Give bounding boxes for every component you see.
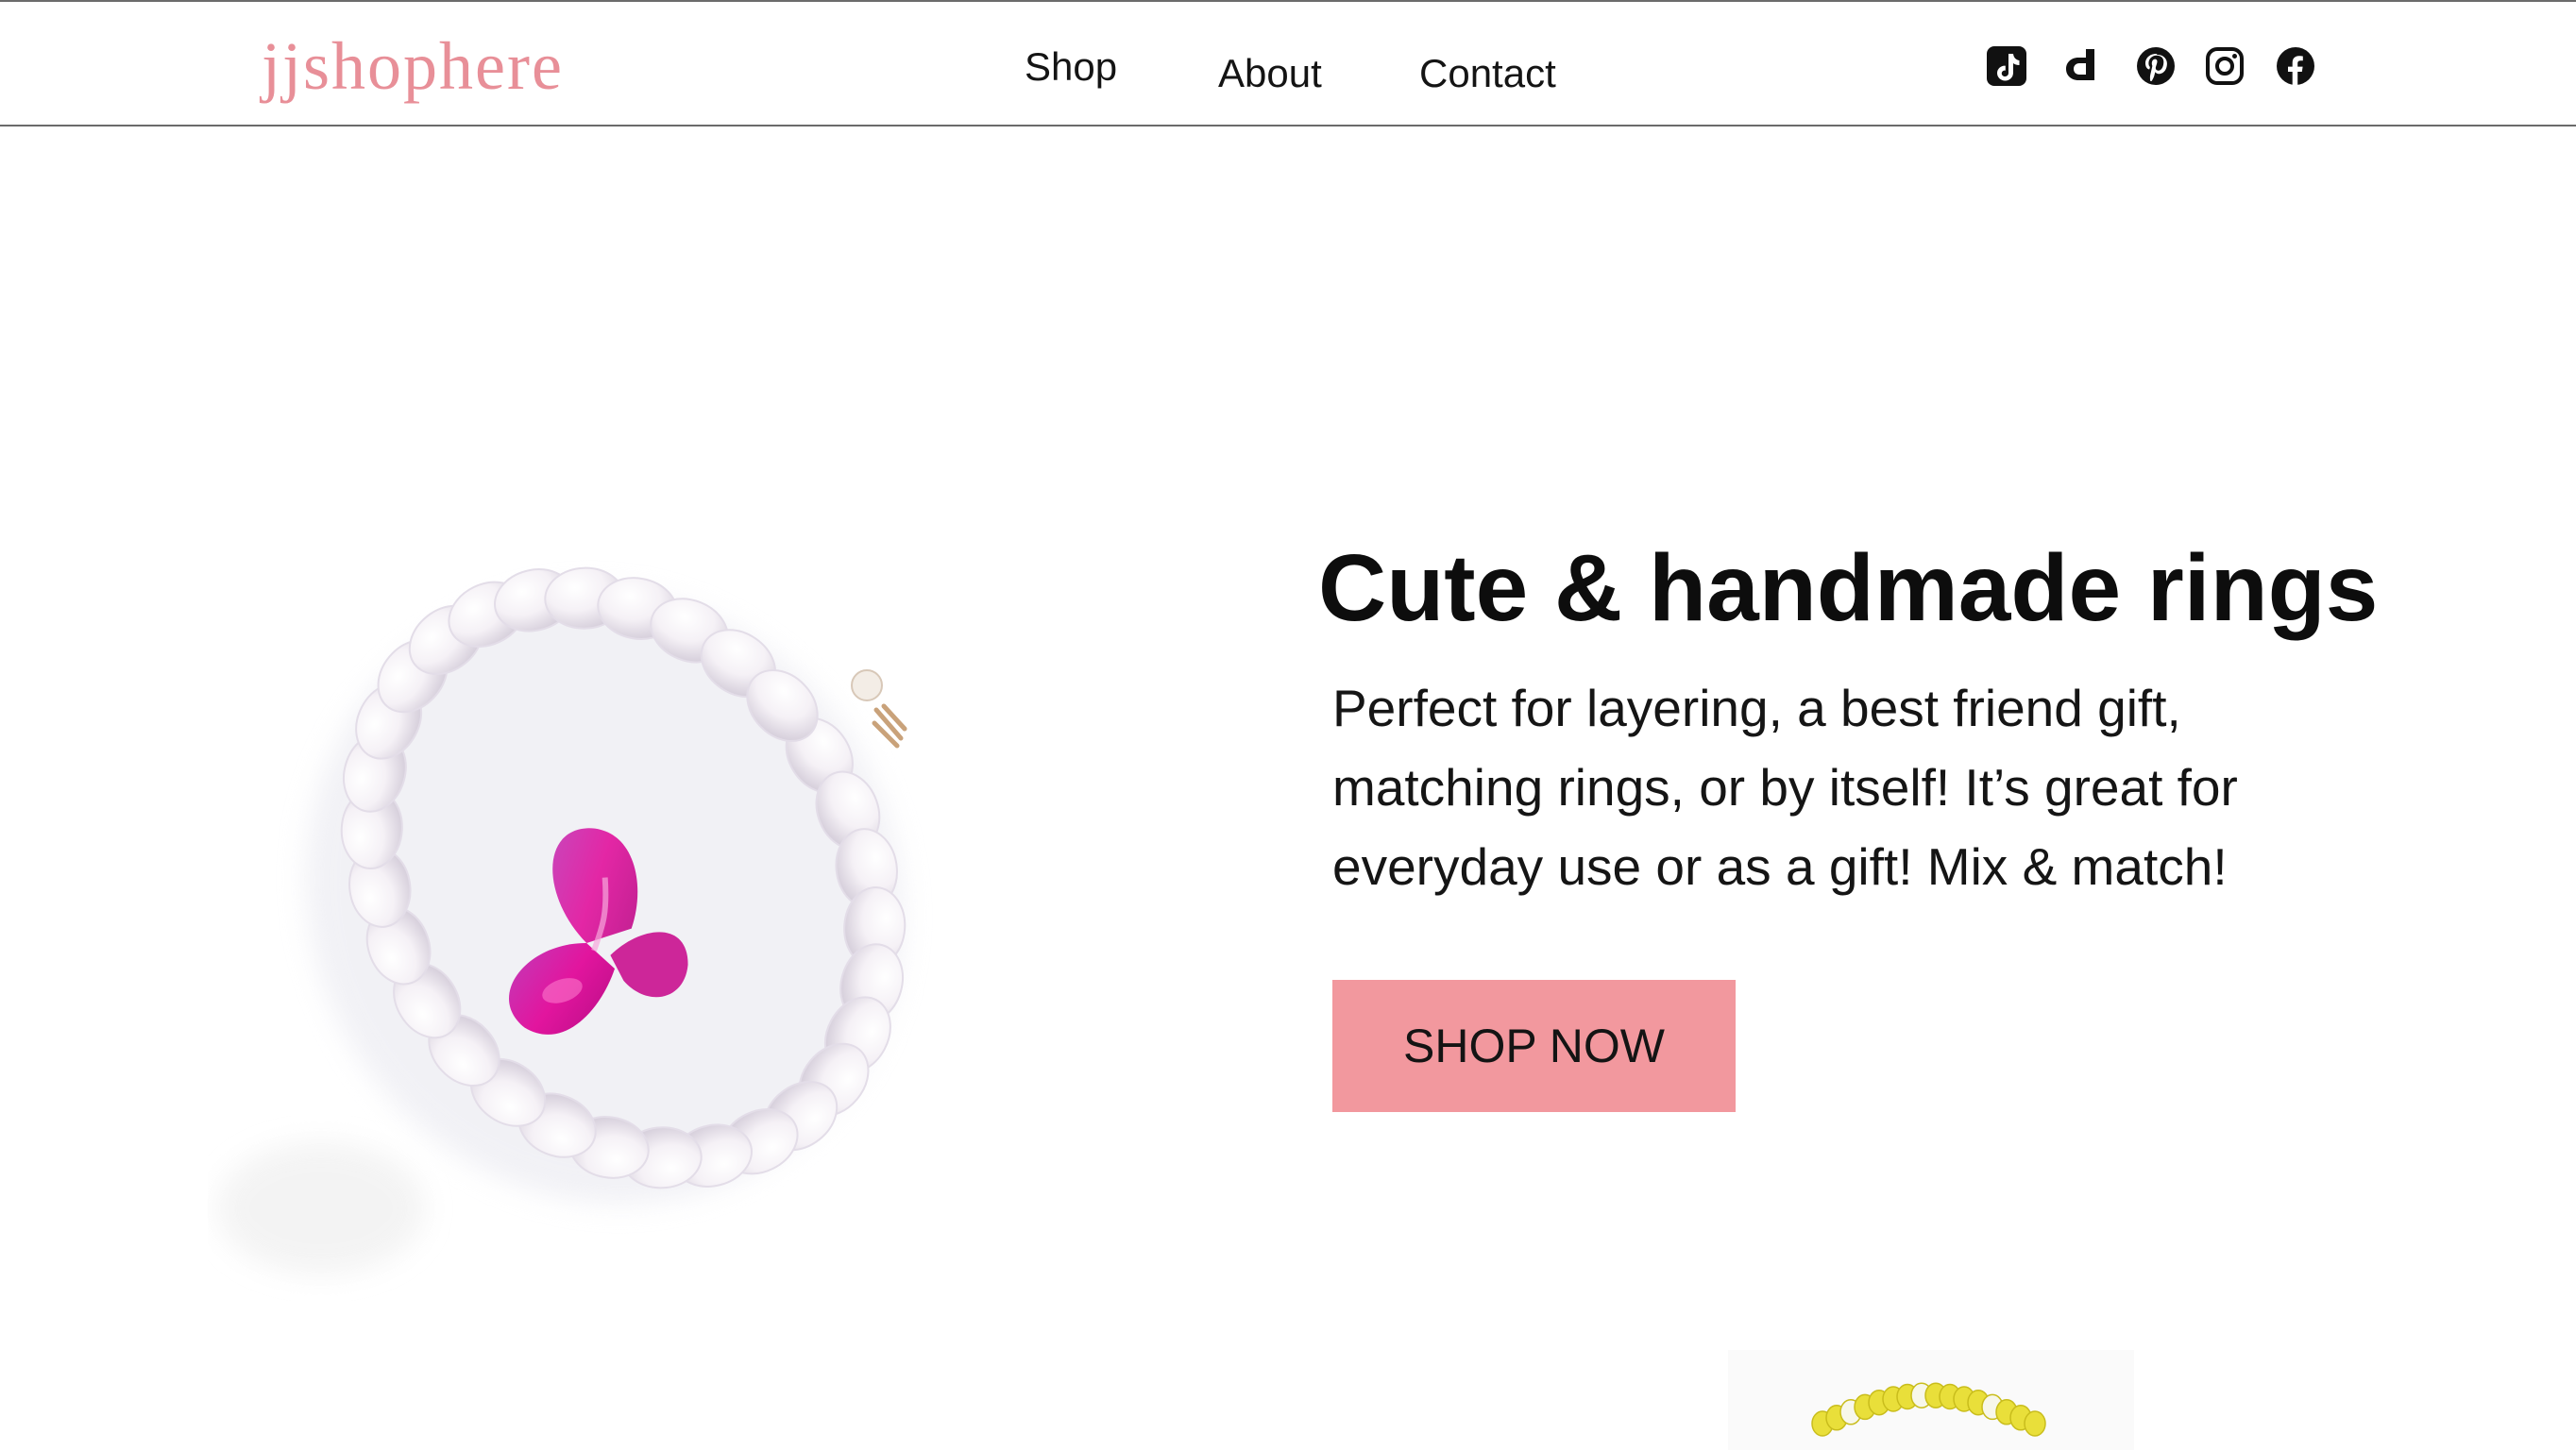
- yellow-ring-image: [1728, 1350, 2134, 1450]
- site-logo[interactable]: jjshophere: [262, 19, 564, 113]
- yellow-bead-ring-image: [1728, 1350, 2134, 1450]
- nav-contact[interactable]: Contact: [1419, 50, 1556, 97]
- site-header: jjshophere Shop About Contact: [0, 0, 2576, 126]
- hero-title: Cute & handmade rings: [1318, 535, 2379, 641]
- facebook-icon[interactable]: [2275, 45, 2316, 87]
- instagram-icon[interactable]: [2204, 45, 2246, 87]
- yellow-bead: [2024, 1410, 2046, 1437]
- hero-description: Perfect for layering, a best friend gift…: [1332, 679, 2238, 896]
- depop-icon[interactable]: [2060, 45, 2102, 87]
- tiktok-icon[interactable]: [1986, 45, 2027, 87]
- hero-ring-image: [208, 529, 1076, 1340]
- pearl-butterfly-ring-image: [217, 566, 907, 1274]
- nav-about[interactable]: About: [1218, 50, 1322, 97]
- nav-shop[interactable]: Shop: [1025, 43, 1117, 91]
- pinterest-icon[interactable]: [2135, 45, 2177, 87]
- shop-now-button[interactable]: SHOP NOW: [1332, 980, 1736, 1112]
